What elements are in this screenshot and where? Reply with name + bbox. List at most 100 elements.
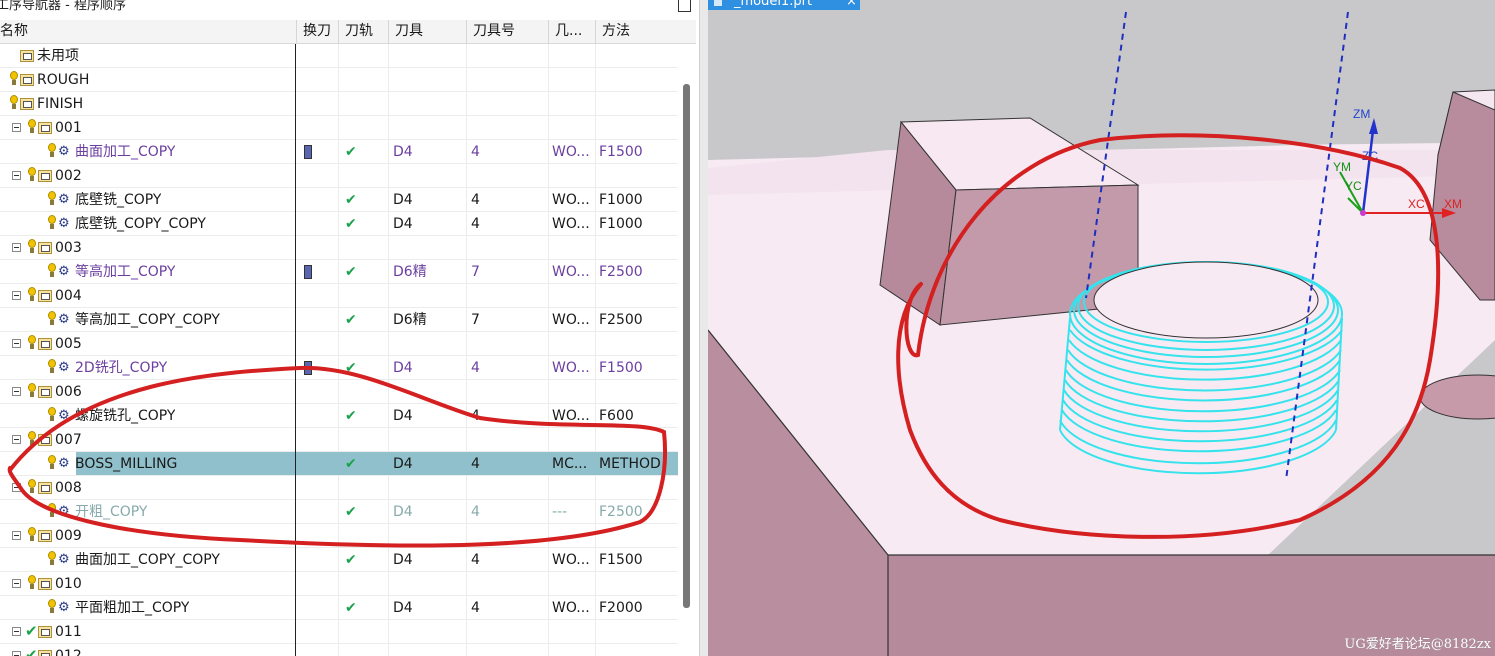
geometry-cell: WO... [552, 192, 590, 208]
tool-cell: D6精 [393, 312, 427, 328]
toolpath-cell: ✔ [345, 552, 357, 568]
program-group-row[interactable]: ✔ 011 [0, 620, 678, 644]
row-name: 螺旋铣孔_COPY [75, 408, 176, 424]
method-cell: F2500 [599, 504, 643, 520]
column-tool-change[interactable]: 换刀 [296, 20, 338, 43]
program-group-row[interactable]: ROUGH [0, 68, 678, 92]
program-group-row[interactable]: 002 [0, 164, 678, 188]
program-group-row[interactable]: 009 [0, 524, 678, 548]
program-group-row[interactable]: 004 [0, 284, 678, 308]
status-bulb-icon [28, 239, 36, 255]
geometry-cell: MC... [552, 456, 588, 472]
program-folder-icon [38, 242, 52, 254]
model-file-tab[interactable]: _model1.prt × [708, 0, 860, 10]
method-cell: F2000 [599, 600, 643, 616]
row-name: FINISH [37, 96, 84, 112]
boss-top-face [1093, 261, 1319, 339]
row-name: 005 [55, 336, 82, 352]
part-model-view: ZM ZC YM YC XC XM [708, 0, 1495, 656]
program-group-row[interactable]: 001 [0, 116, 678, 140]
toolpath-cell: ✔ [345, 408, 357, 424]
operation-type-icon: ⚙ [58, 192, 70, 207]
operation-row[interactable]: ⚙ BOSS_MILLING ✔ D4 4 MC... METHOD [0, 452, 678, 476]
column-toolpath[interactable]: 刀轨 [338, 20, 388, 43]
tool-cell: D4 [393, 360, 413, 376]
program-folder-icon [20, 50, 34, 62]
collapse-toggle-icon[interactable] [12, 291, 21, 300]
program-group-row[interactable]: 未用项 [0, 44, 678, 68]
collapse-toggle-icon[interactable] [12, 339, 21, 348]
status-bulb-icon [48, 551, 56, 567]
operation-navigator: 工序导航器 - 程序顺序 名称 换刀 刀轨 刀具 刀具号 几... 方法 未用项… [0, 0, 708, 656]
geometry-cell: WO... [552, 600, 590, 616]
column-method[interactable]: 方法 [595, 20, 696, 43]
program-folder-icon [38, 170, 52, 182]
collapse-toggle-icon[interactable] [12, 243, 21, 252]
operation-row[interactable]: ⚙ 等高加工_COPY_COPY ✔ D6精 7 WO... F2500 [0, 308, 678, 332]
status-bulb-icon [28, 383, 36, 399]
program-folder-icon [38, 386, 52, 398]
program-group-row[interactable]: 010 [0, 572, 678, 596]
toolpath-cell: ✔ [345, 312, 357, 328]
row-name: 001 [55, 120, 82, 136]
program-group-row[interactable]: 005 [0, 332, 678, 356]
method-cell: F1500 [599, 144, 643, 160]
program-group-row[interactable]: 008 [0, 476, 678, 500]
column-geometry[interactable]: 几... [548, 20, 595, 43]
program-folder-icon [38, 434, 52, 446]
row-name: 曲面加工_COPY_COPY [75, 552, 220, 568]
tool-number-cell: 4 [471, 360, 480, 376]
collapse-toggle-icon[interactable] [12, 387, 21, 396]
tool-cell: D4 [393, 552, 413, 568]
collapse-toggle-icon[interactable] [12, 435, 21, 444]
program-group-row[interactable]: 003 [0, 236, 678, 260]
operation-row[interactable]: ⚙ 底壁铣_COPY ✔ D4 4 WO... F1000 [0, 188, 678, 212]
toolpath-cell: ✔ [345, 600, 357, 616]
close-tab-icon[interactable]: × [846, 0, 857, 9]
program-folder-icon [38, 626, 52, 638]
collapse-toggle-icon[interactable] [12, 483, 21, 492]
program-group-row[interactable]: ✔ 012 [0, 644, 678, 656]
operation-row[interactable]: ⚙ 平面粗加工_COPY ✔ D4 4 WO... F2000 [0, 596, 678, 620]
program-folder-icon [38, 578, 52, 590]
tool-cell: D4 [393, 600, 413, 616]
program-group-row[interactable]: 006 [0, 380, 678, 404]
collapse-toggle-icon[interactable] [12, 531, 21, 540]
restore-window-button[interactable] [678, 0, 691, 12]
operation-row[interactable]: ⚙ 曲面加工_COPY ✔ D4 4 WO... F1500 [0, 140, 678, 164]
column-name[interactable]: 名称 [0, 20, 296, 43]
operation-row[interactable]: ⚙ 底壁铣_COPY_COPY ✔ D4 4 WO... F1000 [0, 212, 678, 236]
vertical-scrollbar[interactable] [683, 84, 690, 608]
row-name: 006 [55, 384, 82, 400]
method-cell: F1000 [599, 192, 643, 208]
row-name: 开粗_COPY [75, 504, 148, 520]
graphics-viewport[interactable]: ZM ZC YM YC XC XM _model1.prt × UG爱好者论坛@… [708, 0, 1495, 656]
column-tool-number[interactable]: 刀具号 [466, 20, 548, 43]
collapse-toggle-icon[interactable] [12, 123, 21, 132]
name-column-divider [295, 44, 296, 656]
operation-row[interactable]: ⚙ 螺旋铣孔_COPY ✔ D4 4 WO... F600 [0, 404, 678, 428]
method-cell: F1500 [599, 360, 643, 376]
status-bulb-icon [48, 359, 56, 375]
row-name: 底壁铣_COPY_COPY [75, 216, 206, 232]
collapse-toggle-icon[interactable] [12, 651, 21, 656]
collapse-toggle-icon[interactable] [12, 579, 21, 588]
collapse-toggle-icon[interactable] [12, 627, 21, 636]
operation-row[interactable]: ⚙ 2D铣孔_COPY ✔ D4 4 WO... F1500 [0, 356, 678, 380]
operation-row[interactable]: ⚙ 曲面加工_COPY_COPY ✔ D4 4 WO... F1500 [0, 548, 678, 572]
operation-row[interactable]: ⚙ 等高加工_COPY ✔ D6精 7 WO... F2500 [0, 260, 678, 284]
toolpath-cell: ✔ [345, 144, 357, 160]
navigator-title-bar: 工序导航器 - 程序顺序 [0, 0, 700, 14]
program-group-row[interactable]: FINISH [0, 92, 678, 116]
tool-number-cell: 4 [471, 216, 480, 232]
geometry-cell: WO... [552, 360, 590, 376]
operation-type-icon: ⚙ [58, 552, 70, 567]
collapse-toggle-icon[interactable] [12, 171, 21, 180]
status-bulb-icon [28, 335, 36, 351]
row-name: 底壁铣_COPY [75, 192, 162, 208]
program-group-row[interactable]: 007 [0, 428, 678, 452]
operation-row[interactable]: ⚙ 开粗_COPY ✔ D4 4 --- F2500 [0, 500, 678, 524]
row-name: 2D铣孔_COPY [75, 360, 168, 376]
program-folder-icon [38, 290, 52, 302]
column-tool[interactable]: 刀具 [388, 20, 466, 43]
